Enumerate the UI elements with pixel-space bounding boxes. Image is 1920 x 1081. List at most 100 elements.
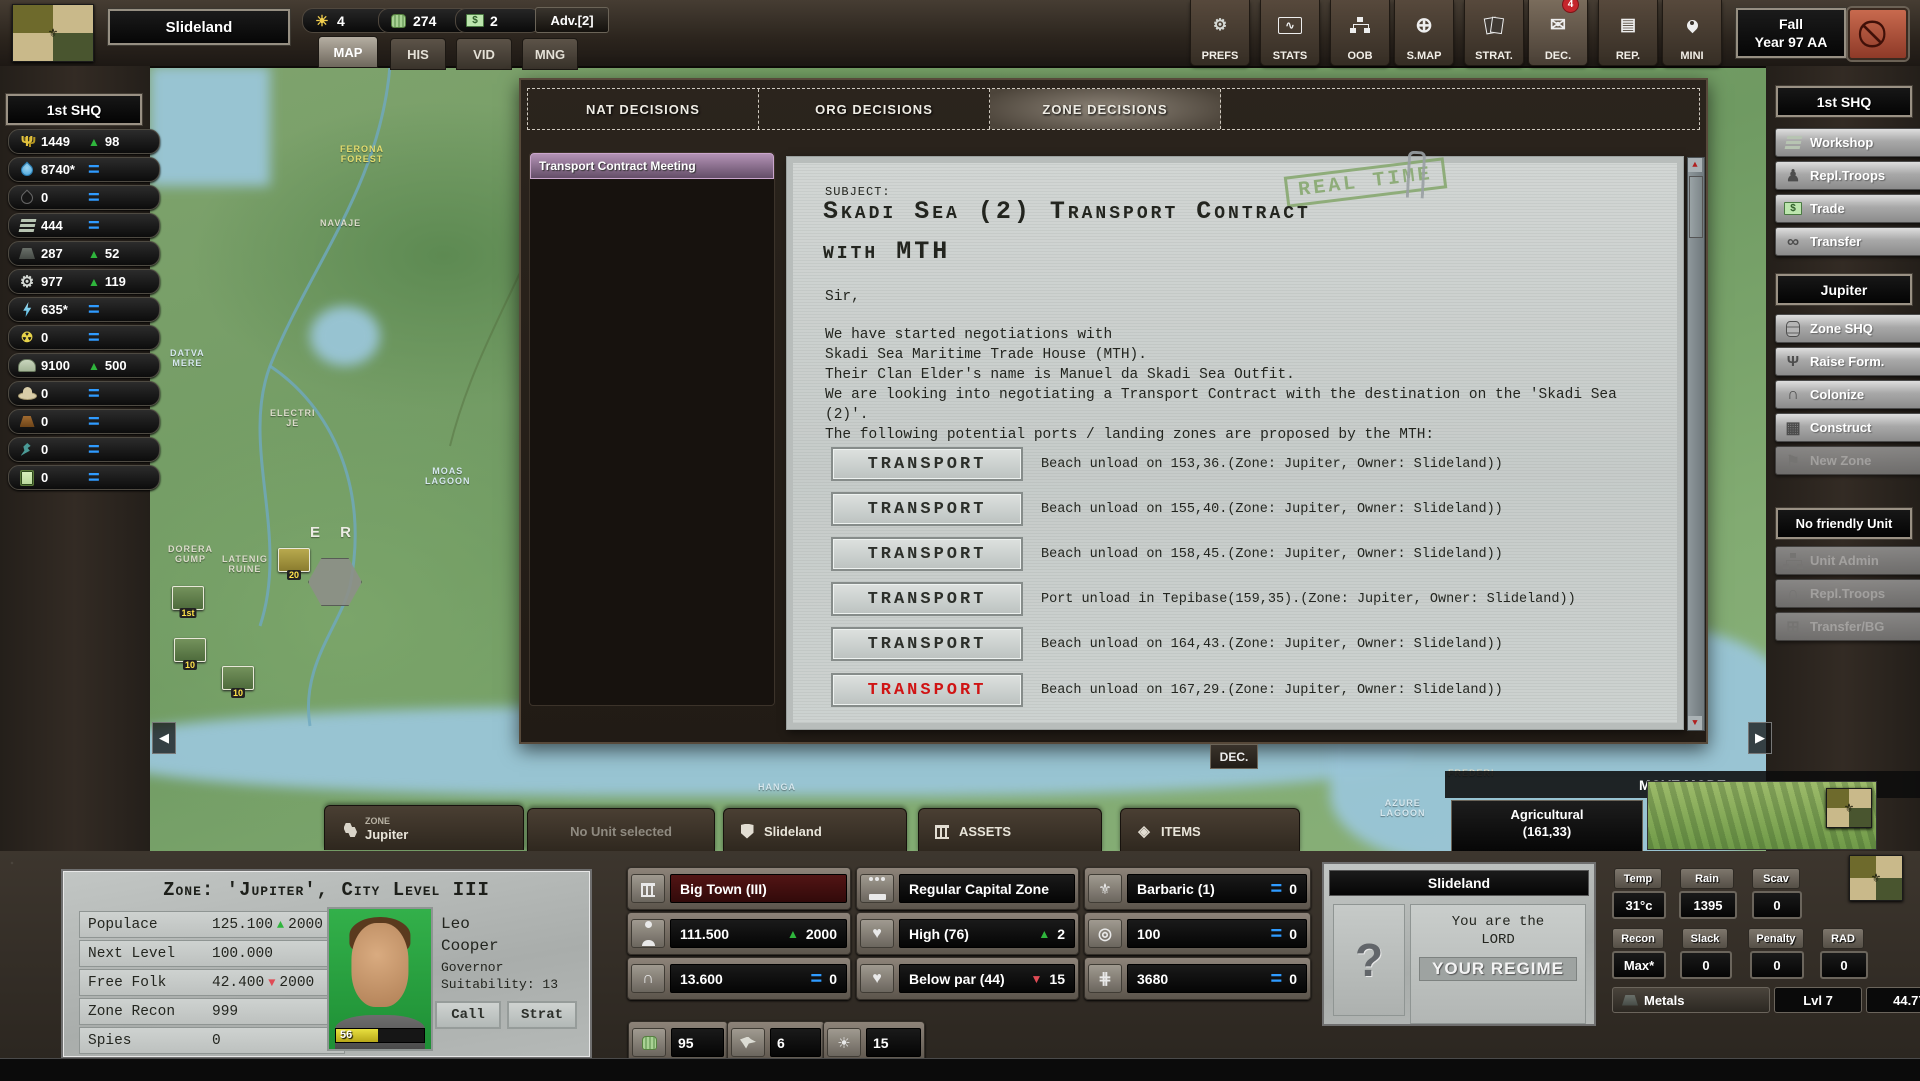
minimap-button[interactable]: MINI bbox=[1662, 0, 1722, 66]
ore-resource-row[interactable]: 0 bbox=[8, 409, 160, 434]
flag-emblem-icon: ⚜ bbox=[47, 26, 59, 40]
end-turn-button[interactable]: ⃠ bbox=[1848, 8, 1908, 60]
tab-map[interactable]: MAP bbox=[318, 36, 378, 68]
tab-mng[interactable]: MNG bbox=[522, 38, 578, 70]
transport-button[interactable]: TRANSPORT bbox=[831, 492, 1023, 526]
governor-strat-button[interactable]: Strat bbox=[507, 1001, 577, 1029]
culture-pill[interactable]: Barbaric (1) 0 bbox=[1084, 867, 1311, 910]
unit-admin-button[interactable]: Unit Admin bbox=[1775, 546, 1920, 575]
worker-happiness-pill[interactable]: Below par (44) 15 bbox=[856, 957, 1079, 1000]
happiness-pill[interactable]: High (76) 2 bbox=[856, 912, 1079, 955]
reports-button[interactable]: REP. bbox=[1598, 0, 1658, 66]
city-type-pill[interactable]: Big Town (III) bbox=[627, 867, 851, 910]
zone-header[interactable]: Jupiter bbox=[1775, 273, 1913, 306]
traffic-pill[interactable]: 3680 0 bbox=[1084, 957, 1311, 1000]
tile-coords: (161,33) bbox=[1522, 824, 1572, 839]
map-scroll-left-button[interactable]: ◀ bbox=[152, 722, 176, 754]
trade-button[interactable]: Trade bbox=[1775, 194, 1920, 223]
repl-troops-button[interactable]: Repl.Troops bbox=[1775, 161, 1920, 190]
scroll-down-icon[interactable]: ▼ bbox=[1688, 716, 1702, 730]
penalty-value: 0 bbox=[1750, 951, 1804, 979]
transport-button[interactable]: TRANSPORT bbox=[831, 582, 1023, 616]
workshop-button[interactable]: Workshop bbox=[1775, 128, 1920, 157]
oil-resource-row[interactable]: 0 bbox=[8, 185, 160, 210]
tab-his[interactable]: HIS bbox=[390, 38, 446, 70]
stats-button[interactable]: STATS bbox=[1260, 0, 1320, 66]
colonize-button[interactable]: Colonize bbox=[1775, 380, 1920, 409]
oob-button[interactable]: OOB bbox=[1330, 0, 1390, 66]
ammo-resource-row[interactable]: 444 bbox=[8, 213, 160, 238]
resource-delta: 119 bbox=[104, 274, 126, 289]
town-marker[interactable]: 20 bbox=[278, 548, 310, 580]
dec-mini-tab[interactable]: DEC. bbox=[1210, 744, 1258, 769]
decision-list-item[interactable]: Transport Contract Meeting bbox=[530, 153, 774, 179]
colonists-resource-row[interactable]: 0 bbox=[8, 381, 160, 406]
tab-items[interactable]: ITEMS bbox=[1120, 808, 1300, 853]
your-regime-button[interactable]: YOUR REGIME bbox=[1419, 957, 1577, 981]
prefs-button[interactable]: PREFS bbox=[1190, 0, 1250, 66]
menu-label: STRAT. bbox=[1475, 50, 1513, 62]
tab-label: Slideland bbox=[764, 823, 822, 839]
map-scroll-right-button[interactable]: ▶ bbox=[1748, 722, 1772, 754]
hexes-icon bbox=[339, 819, 357, 837]
letter-scrollbar[interactable]: ▲ ▼ bbox=[1687, 157, 1705, 731]
governor-call-button[interactable]: Call bbox=[435, 1001, 501, 1029]
shq-header[interactable]: 1st SHQ bbox=[5, 93, 143, 126]
trend-icon bbox=[88, 247, 100, 261]
tab-org-decisions[interactable]: ORG DECISIONS bbox=[759, 89, 990, 129]
energy-resource-row[interactable]: 635* bbox=[8, 297, 160, 322]
loyalty-pill[interactable]: 100 0 bbox=[1084, 912, 1311, 955]
zone-shq-button[interactable]: Zone SHQ bbox=[1775, 314, 1920, 343]
tab-no-unit[interactable]: No Unit selected bbox=[527, 808, 715, 853]
capital-zone-pill[interactable]: Regular Capital Zone bbox=[856, 867, 1079, 910]
workers-pill[interactable]: 13.600 0 bbox=[627, 957, 851, 1000]
tab-regime-slideland[interactable]: Slideland bbox=[723, 808, 907, 853]
trend-icon bbox=[88, 275, 100, 289]
regime-name-plate: Slideland bbox=[107, 8, 291, 46]
smap-button[interactable]: S.MAP bbox=[1394, 0, 1454, 66]
radioactives-resource-row[interactable]: 0 bbox=[8, 325, 160, 350]
tab-assets[interactable]: ASSETS bbox=[918, 808, 1102, 853]
metals-bar[interactable]: Metals Lvl 7 44.770 bbox=[1612, 987, 1920, 1013]
machinery-resource-row[interactable]: 977 119 bbox=[8, 269, 160, 294]
tab-zone-decisions[interactable]: ZONE DECISIONS bbox=[990, 89, 1221, 129]
scroll-thumb[interactable] bbox=[1689, 176, 1703, 238]
shq-header[interactable]: 1st SHQ bbox=[1775, 85, 1913, 118]
hitech-icon bbox=[18, 469, 36, 487]
transport-button[interactable]: TRANSPORT bbox=[831, 537, 1023, 571]
rare-metals-resource-row[interactable]: 287 52 bbox=[8, 241, 160, 266]
robots-resource-row[interactable]: 0 bbox=[8, 437, 160, 462]
new-zone-button[interactable]: New Zone bbox=[1775, 446, 1920, 475]
population-pill[interactable]: 111.500 2000 bbox=[627, 912, 851, 955]
trend-icon bbox=[88, 418, 100, 426]
transport-button[interactable]: TRANSPORT bbox=[831, 627, 1023, 661]
credits-counter[interactable]: 2 bbox=[455, 8, 541, 33]
tab-zone-jupiter[interactable]: ZONE Jupiter bbox=[324, 805, 524, 850]
machinery-icon bbox=[18, 273, 36, 291]
unit-marker[interactable]: 1st bbox=[172, 586, 204, 618]
regime-flag[interactable]: ⚜ bbox=[12, 4, 94, 62]
recruits-resource-row[interactable]: 9100 500 bbox=[8, 353, 160, 378]
transport-button[interactable]: TRANSPORT bbox=[831, 673, 1023, 707]
transport-button[interactable]: TRANSPORT bbox=[831, 447, 1023, 481]
hitech-resource-row[interactable]: 0 bbox=[8, 465, 160, 490]
food-resource-row[interactable]: 1449 98 bbox=[8, 129, 160, 154]
tab-label: ZONE DECISIONS bbox=[1042, 101, 1168, 117]
strat-button[interactable]: STRAT. bbox=[1464, 0, 1524, 66]
transfer-button[interactable]: Transfer bbox=[1775, 227, 1920, 256]
unit-marker[interactable]: 10 bbox=[222, 666, 254, 698]
unit-repl-troops-button[interactable]: Repl.Troops bbox=[1775, 579, 1920, 608]
unit-marker[interactable]: 10 bbox=[174, 638, 206, 670]
scroll-up-icon[interactable]: ▲ bbox=[1688, 158, 1702, 172]
tab-nat-decisions[interactable]: NAT DECISIONS bbox=[528, 89, 759, 129]
construct-button[interactable]: Construct bbox=[1775, 413, 1920, 442]
advisor-button[interactable]: Adv.[2] bbox=[535, 7, 609, 33]
leader-portrait-placeholder[interactable]: ? bbox=[1333, 904, 1405, 1016]
tab-vid[interactable]: VID bbox=[456, 38, 512, 70]
governor-portrait[interactable]: 56 bbox=[327, 907, 433, 1051]
transfer-bg-button[interactable]: Transfer/BG bbox=[1775, 612, 1920, 641]
energy-icon bbox=[18, 301, 36, 319]
decisions-button[interactable]: 4 DEC. bbox=[1528, 0, 1588, 66]
raise-formation-button[interactable]: Raise Form. bbox=[1775, 347, 1920, 376]
water-resource-row[interactable]: 8740* bbox=[8, 157, 160, 182]
